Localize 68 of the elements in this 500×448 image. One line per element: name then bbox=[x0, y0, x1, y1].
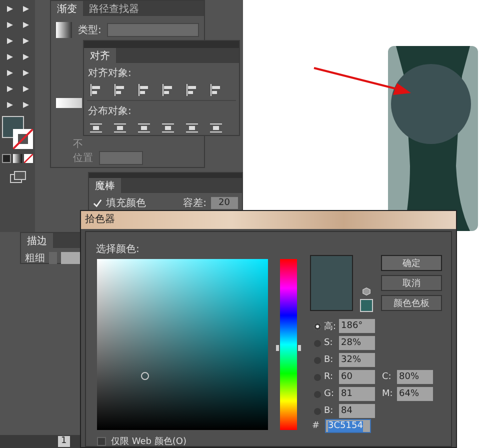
value-field[interactable]: 80% bbox=[397, 370, 433, 384]
tolerance-field[interactable]: 20 bbox=[210, 197, 238, 209]
none-mode-button[interactable] bbox=[24, 154, 33, 163]
align-icon[interactable] bbox=[138, 84, 150, 96]
dialog-button[interactable]: 颜色色板 bbox=[381, 295, 442, 311]
web-safe-swatch[interactable] bbox=[360, 299, 373, 312]
dialog-button[interactable]: 取消 bbox=[381, 275, 442, 291]
color-marker[interactable] bbox=[141, 372, 149, 380]
checkbox-label: 仅限 Web 颜色(O) bbox=[111, 436, 186, 448]
hue-slider-thumb[interactable] bbox=[276, 344, 301, 351]
dialog-button[interactable]: 确定 bbox=[381, 255, 442, 271]
panel-tab[interactable]: 渐变 bbox=[51, 1, 83, 16]
field-label: B: bbox=[324, 406, 334, 416]
distribute-icon[interactable] bbox=[162, 122, 174, 134]
opacity-label: 不 bbox=[73, 138, 83, 151]
value-field[interactable]: 186° bbox=[339, 319, 375, 333]
gradient-preview-bar bbox=[56, 98, 82, 108]
tolerance-label: 容差: bbox=[183, 196, 207, 210]
checkbox-label: 填充颜色 bbox=[106, 196, 146, 210]
field-label: R: bbox=[324, 372, 334, 382]
distribute-icon[interactable] bbox=[90, 122, 102, 134]
section-label: 对齐对象: bbox=[87, 66, 132, 80]
page-number[interactable]: 1 bbox=[58, 436, 70, 447]
gradient-swatch[interactable] bbox=[56, 22, 72, 38]
value-field[interactable]: 60 bbox=[339, 370, 375, 384]
section-label: 分布对象: bbox=[87, 104, 132, 118]
distribute-icon[interactable] bbox=[114, 122, 126, 134]
align-icon[interactable] bbox=[210, 84, 222, 96]
panel-tab[interactable]: 对齐 bbox=[84, 48, 116, 63]
weight-label: 粗细 bbox=[25, 252, 45, 265]
type-label: 类型: bbox=[78, 24, 102, 37]
field-label: B: bbox=[324, 355, 334, 365]
color-field[interactable] bbox=[97, 259, 268, 430]
value-field[interactable]: 28% bbox=[339, 336, 375, 350]
value-field[interactable]: 81 bbox=[339, 387, 375, 401]
value-field[interactable]: 32% bbox=[339, 353, 375, 367]
distribute-icon[interactable] bbox=[138, 122, 150, 134]
panel-tab[interactable]: 描边 bbox=[21, 233, 53, 248]
align-icon[interactable] bbox=[114, 84, 126, 96]
radio-button[interactable] bbox=[314, 322, 321, 330]
field-label: G: bbox=[324, 389, 336, 399]
weight-field[interactable] bbox=[61, 252, 81, 264]
align-icon[interactable] bbox=[162, 84, 174, 96]
hex-label: # bbox=[312, 421, 321, 431]
value-field[interactable]: 64% bbox=[397, 387, 433, 401]
field-label: 高: bbox=[324, 320, 336, 332]
distribute-icon[interactable] bbox=[210, 122, 222, 134]
prompt-label: 选择颜色: bbox=[96, 242, 140, 256]
align-icon[interactable] bbox=[186, 84, 198, 96]
panel-tab[interactable]: 路径查找器 bbox=[83, 1, 145, 16]
gradient-mode-button[interactable] bbox=[13, 154, 22, 163]
hex-field[interactable]: 3C5154 bbox=[325, 419, 371, 433]
distribute-icon[interactable] bbox=[186, 122, 198, 134]
field-label: C: bbox=[382, 372, 392, 382]
stroke-none-swatch[interactable] bbox=[12, 129, 32, 149]
location-label: 位置 bbox=[73, 152, 93, 165]
value-field[interactable]: 84 bbox=[339, 404, 375, 418]
color-mode-button[interactable] bbox=[2, 154, 11, 163]
align-icon[interactable] bbox=[90, 84, 102, 96]
color-preview bbox=[310, 255, 353, 311]
cube-icon bbox=[362, 287, 371, 296]
field-label: S: bbox=[324, 338, 334, 348]
field-label: M: bbox=[382, 389, 394, 399]
fill-color-checkbox[interactable] bbox=[93, 198, 102, 208]
screen-mode-icon[interactable] bbox=[10, 171, 26, 183]
panel-tab[interactable]: 魔棒 bbox=[89, 178, 121, 193]
dialog-title: 拾色器 bbox=[81, 211, 456, 229]
checkbox[interactable] bbox=[97, 437, 106, 446]
